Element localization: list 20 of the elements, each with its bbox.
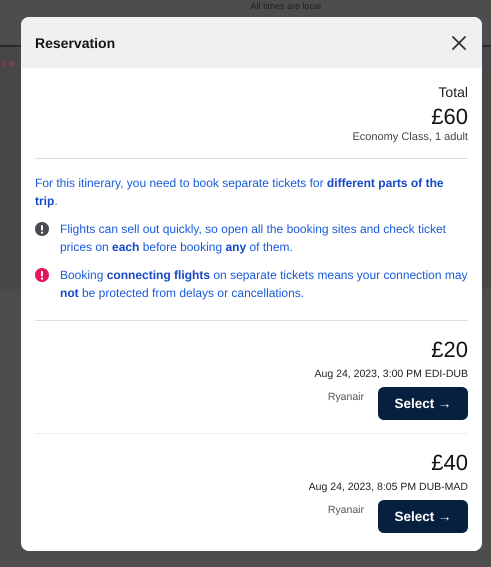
notice-text: Flights can sell out quickly, so open all the booking sites and check ticket prices on each before booking any of them. xyxy=(60,221,447,256)
airline-name: Ryanair xyxy=(328,504,364,516)
select-button[interactable]: Select → xyxy=(378,500,468,533)
total-label: Total xyxy=(438,83,468,102)
close-icon xyxy=(452,36,466,50)
close-button[interactable] xyxy=(450,34,468,52)
fare-details: Economy Class, 1 adult xyxy=(352,130,468,144)
stops-label: 1 st xyxy=(1,59,15,68)
exclamation-icon xyxy=(35,222,49,236)
airline-name: Ryanair xyxy=(328,391,364,403)
flight-details: Aug 24, 2023, 3:00 PM EDI-DUB xyxy=(314,367,468,381)
exclamation-icon xyxy=(35,268,49,282)
select-button[interactable]: Select → xyxy=(378,387,468,420)
flight-details: Aug 24, 2023, 8:05 PM DUB-MAD xyxy=(308,480,468,494)
total-price: £60 xyxy=(431,104,468,130)
dialog-title: Reservation xyxy=(35,34,116,50)
ticket-price: £40 xyxy=(431,450,468,476)
ticket-price: £20 xyxy=(431,337,468,363)
notice-text: For this itinerary, you need to book separate tickets for different parts of the trip. xyxy=(35,175,445,210)
notice-text: Booking connecting flights on separate tickets means your connection may not be protected from delays or cancellations. xyxy=(60,267,468,302)
